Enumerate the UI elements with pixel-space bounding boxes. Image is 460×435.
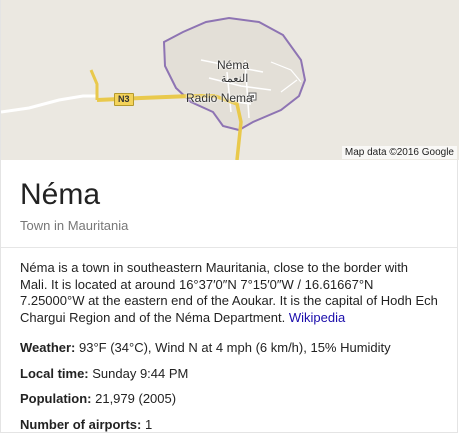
entity-header: Néma Town in Mauritania [1, 160, 457, 248]
fact-label[interactable]: Local time: [20, 366, 89, 381]
entity-title: Néma [20, 178, 101, 211]
fact-airports: Number of airports: 1 [20, 417, 438, 434]
knowledge-panel: Néma النعمة Radio Nema N3 Map data ©2016… [0, 0, 459, 433]
fact-value: Sunday 9:44 PM [88, 365, 189, 381]
entity-subtitle: Town in Mauritania [20, 218, 129, 233]
fact-weather: Weather: 93°F (34°C), Wind N at 4 mph (6… [20, 340, 438, 357]
entity-body: Néma is a town in southeastern Mauritani… [1, 248, 457, 433]
wikipedia-link[interactable]: Wikipedia [289, 310, 345, 325]
poi-map-label: Radio Nema [186, 91, 253, 105]
road-shield-n3: N3 [114, 93, 134, 106]
map-attribution: Map data ©2016 Google [341, 146, 457, 159]
western-road [1, 94, 97, 114]
description-text: Néma is a town in southeastern Mauritani… [20, 260, 438, 325]
fact-population: Population: 21,979 (2005) [20, 391, 438, 408]
entity-description: Néma is a town in southeastern Mauritani… [20, 260, 438, 326]
fact-label[interactable]: Weather: [20, 340, 75, 355]
city-map-label: Néma [217, 58, 250, 72]
city-map-label-arabic: النعمة [221, 73, 249, 85]
fact-local-time: Local time: Sunday 9:44 PM [20, 366, 438, 383]
fact-label[interactable]: Number of airports: [20, 417, 141, 432]
map-thumbnail[interactable]: Néma النعمة Radio Nema N3 Map data ©2016… [1, 0, 459, 160]
fact-label[interactable]: Population: [20, 391, 92, 406]
fact-value: 93°F (34°C), Wind N at 4 mph (6 km/h), 1… [75, 340, 391, 355]
fact-value: 1 [141, 416, 153, 432]
fact-value: 21,979 (2005) [91, 391, 177, 406]
